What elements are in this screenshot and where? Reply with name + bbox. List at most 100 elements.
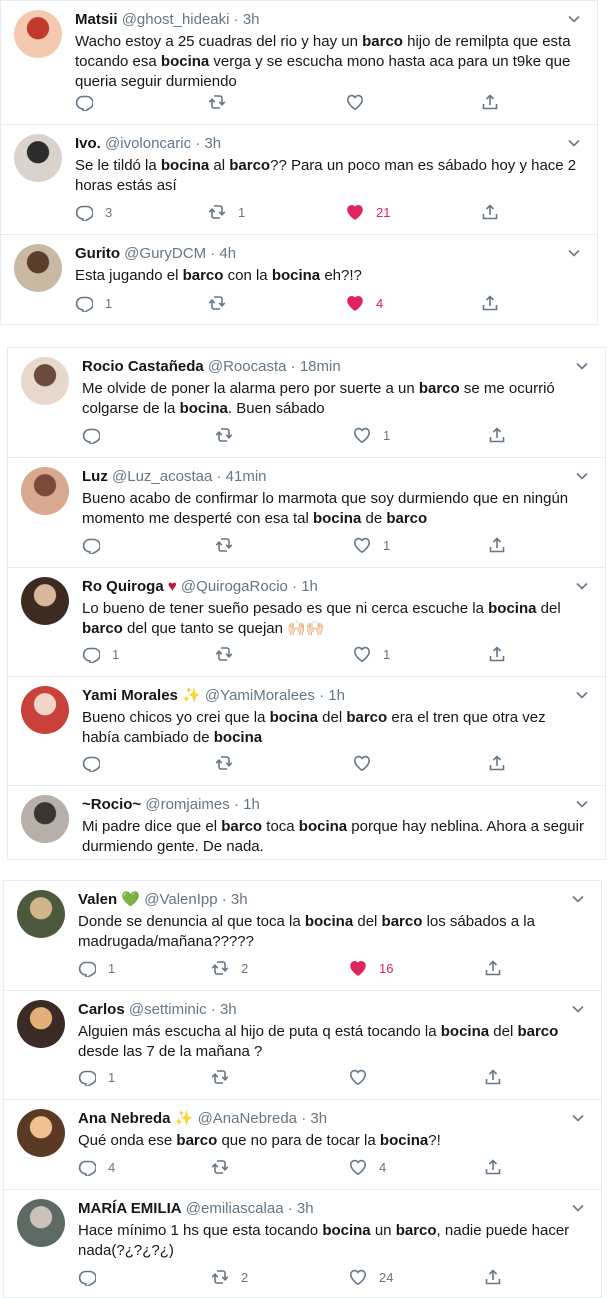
retweet-button[interactable] (211, 1067, 229, 1087)
username[interactable]: @YamiMoralees (205, 687, 315, 704)
reply-button[interactable]: 1 (75, 293, 112, 313)
share-button[interactable] (488, 753, 506, 773)
retweet-button[interactable] (215, 425, 233, 445)
reply-button[interactable]: 1 (82, 644, 119, 664)
reply-button[interactable] (82, 425, 100, 445)
timestamp[interactable]: 3h (310, 1110, 327, 1127)
chevron-down-icon[interactable] (571, 1203, 585, 1213)
reply-button[interactable]: 1 (78, 1067, 115, 1087)
tweet[interactable]: ~Rocio~ @romjaimes · 1h Mi padre dice que… (8, 786, 605, 861)
avatar[interactable] (21, 577, 69, 625)
timestamp[interactable]: 3h (243, 11, 260, 28)
timestamp[interactable]: 1h (301, 578, 318, 595)
username[interactable]: @romjaimes (145, 796, 229, 813)
share-button[interactable] (484, 1267, 502, 1287)
reply-button[interactable]: 4 (78, 1157, 115, 1177)
like-button[interactable]: 4 (349, 1157, 386, 1177)
timestamp[interactable]: 41min (226, 468, 267, 485)
share-button[interactable] (484, 1067, 502, 1087)
like-button[interactable]: 24 (349, 1267, 393, 1287)
timestamp[interactable]: 3h (231, 891, 248, 908)
retweet-button[interactable] (208, 92, 226, 112)
avatar[interactable] (17, 890, 65, 938)
chevron-down-icon[interactable] (575, 361, 589, 371)
reply-button[interactable]: 3 (75, 202, 112, 222)
chevron-down-icon[interactable] (575, 471, 589, 481)
avatar[interactable] (14, 134, 62, 182)
retweet-button[interactable] (208, 293, 226, 313)
retweet-button[interactable] (215, 753, 233, 773)
display-name[interactable]: Yami Morales (82, 687, 178, 704)
username[interactable]: @GuryDCM (124, 245, 206, 262)
avatar[interactable] (21, 686, 69, 734)
chevron-down-icon[interactable] (571, 1004, 585, 1014)
tweet[interactable]: Luz @Luz_acostaa · 41min Bueno acabo de c… (8, 458, 605, 568)
display-name[interactable]: Ro Quiroga (82, 578, 164, 595)
display-name[interactable]: Gurito (75, 245, 120, 262)
chevron-down-icon[interactable] (567, 138, 581, 148)
tweet[interactable]: Yami Morales ✨ @YamiMoralees · 1h Bueno c… (8, 677, 605, 786)
username[interactable]: @ValenIpp (144, 891, 217, 908)
share-button[interactable] (484, 958, 502, 978)
avatar[interactable] (21, 467, 69, 515)
username[interactable]: @QuirogaRocio (181, 578, 288, 595)
share-button[interactable] (481, 202, 499, 222)
timestamp[interactable]: 18min (300, 358, 341, 375)
display-name[interactable]: Matsii (75, 11, 118, 28)
avatar[interactable] (17, 1109, 65, 1157)
reply-button[interactable] (78, 1267, 96, 1287)
chevron-down-icon[interactable] (567, 14, 581, 24)
share-button[interactable] (488, 425, 506, 445)
tweet[interactable]: Ro Quiroga ♥ @QuirogaRocio · 1h Lo bueno … (8, 568, 605, 677)
avatar[interactable] (14, 244, 62, 292)
like-button[interactable]: 1 (353, 535, 390, 555)
avatar[interactable] (14, 10, 62, 58)
avatar[interactable] (21, 795, 69, 843)
like-button[interactable]: 1 (353, 425, 390, 445)
tweet[interactable]: Matsii @ghost_hideaki · 3h Wacho estoy a … (1, 1, 597, 125)
chevron-down-icon[interactable] (575, 690, 589, 700)
display-name[interactable]: ~Rocio~ (82, 796, 141, 813)
like-button[interactable] (346, 92, 364, 112)
retweet-button[interactable] (215, 535, 233, 555)
reply-button[interactable]: 1 (78, 958, 115, 978)
reply-button[interactable] (82, 753, 100, 773)
timestamp[interactable]: 3h (204, 135, 221, 152)
tweet[interactable]: Ana Nebreda ✨ @AnaNebreda · 3h Qué onda e… (4, 1100, 601, 1190)
avatar[interactable] (21, 357, 69, 405)
reply-button[interactable] (75, 92, 93, 112)
timestamp[interactable]: 3h (220, 1001, 237, 1018)
tweet[interactable]: Rocio Castañeda @Roocasta · 18min Me olvi… (8, 348, 605, 458)
timestamp[interactable]: 1h (328, 687, 345, 704)
chevron-down-icon[interactable] (571, 1113, 585, 1123)
display-name[interactable]: Ivo. (75, 135, 101, 152)
tweet[interactable]: Carlos @settiminic · 3h Alguien más escuc… (4, 991, 601, 1100)
display-name[interactable]: Valen (78, 891, 117, 908)
retweet-button[interactable] (211, 1157, 229, 1177)
avatar[interactable] (17, 1000, 65, 1048)
timestamp[interactable]: 4h (219, 245, 236, 262)
retweet-button[interactable]: 2 (211, 1267, 248, 1287)
username[interactable]: @emiliascalaa (186, 1200, 284, 1217)
username[interactable]: @ghost_hideaki (122, 11, 230, 28)
retweet-button[interactable]: 1 (208, 202, 245, 222)
chevron-down-icon[interactable] (575, 799, 589, 809)
retweet-button[interactable] (215, 644, 233, 664)
avatar[interactable] (17, 1199, 65, 1247)
like-button[interactable]: 1 (353, 644, 390, 664)
tweet[interactable]: Ivo. @ivoloncaric · 3h Se le tildó la boc… (1, 125, 597, 235)
tweet[interactable]: Valen 💚 @ValenIpp · 3h Donde se denuncia … (4, 881, 601, 991)
username[interactable]: @settiminic (129, 1001, 207, 1018)
timestamp[interactable]: 3h (297, 1200, 314, 1217)
reply-button[interactable] (82, 535, 100, 555)
tweet[interactable]: MARÍA EMILIA @emiliascalaa · 3h Hace míni… (4, 1190, 601, 1298)
share-button[interactable] (488, 535, 506, 555)
username[interactable]: @Luz_acostaa (112, 468, 212, 485)
display-name[interactable]: Carlos (78, 1001, 125, 1018)
like-button[interactable]: 4 (346, 293, 383, 313)
chevron-down-icon[interactable] (575, 581, 589, 591)
share-button[interactable] (484, 1157, 502, 1177)
like-button[interactable]: 21 (346, 202, 390, 222)
display-name[interactable]: Luz (82, 468, 108, 485)
chevron-down-icon[interactable] (571, 894, 585, 904)
